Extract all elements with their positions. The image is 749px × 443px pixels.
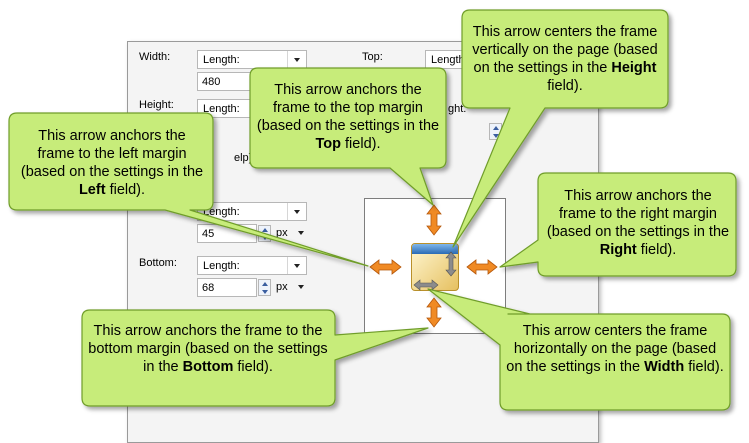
- anchor-left-arrow-icon: [369, 259, 402, 275]
- anchor-right-arrow-icon: [466, 259, 498, 275]
- callout-bottom-anchor: This arrow anchors the frame to the bott…: [88, 323, 328, 375]
- callout-right-anchor: This arrow anchors the frame to the righ…: [546, 188, 730, 258]
- callout-left-anchor: This arrow anchors the frame to the left…: [20, 128, 204, 198]
- callout-horizontal-center: This arrow centers the frame horizontall…: [506, 323, 724, 375]
- horizontal-center-arrow-icon: [413, 279, 439, 291]
- callout-vertical-center: This arrow centers the frame vertically …: [472, 24, 658, 94]
- vertical-center-arrow-icon: [445, 251, 457, 277]
- callout-top-anchor: This arrow anchors the frame to the top …: [256, 82, 440, 152]
- anchor-down-arrow-icon: [426, 297, 442, 328]
- anchor-up-arrow-icon: [426, 204, 442, 236]
